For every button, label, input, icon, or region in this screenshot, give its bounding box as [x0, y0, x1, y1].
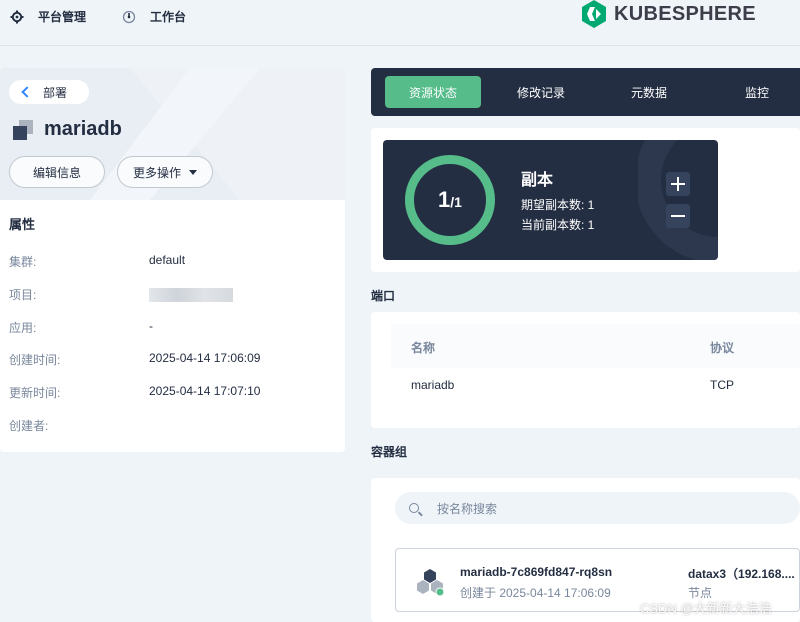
port-protocol: TCP [710, 378, 734, 392]
attr-key: 创建者: [9, 419, 49, 433]
replica-card: 1/1 副本 期望副本数: 1 当前副本数: 1 [383, 140, 718, 260]
attr-value-redacted [149, 288, 233, 305]
pod-node: datax3（192.168.... [688, 567, 795, 581]
pods-section-title: 容器组 [371, 445, 408, 459]
tab-label: 监控 [744, 85, 769, 100]
resource-title: mariadb [12, 118, 122, 141]
replica-ring: 1/1 [405, 155, 495, 245]
attr-key: 创建时间: [9, 353, 61, 367]
nav-workbench-label: 工作台 [150, 10, 187, 24]
decrease-replicas-button[interactable] [666, 204, 690, 228]
back-label: 部署 [43, 85, 68, 100]
search-icon [409, 503, 419, 513]
attr-value: 2025-04-14 17:06:09 [149, 351, 261, 365]
tab-monitoring[interactable]: 监控 [709, 76, 800, 108]
increase-replicas-button[interactable] [666, 172, 690, 196]
kubesphere-logo[interactable]: KUBESPHERE [582, 0, 756, 28]
back-to-deployments-button[interactable]: 部署 [9, 80, 89, 104]
resource-header: 部署 mariadb 编辑信息 更多操作 [0, 68, 345, 200]
detail-tabs: 资源状态 修改记录 元数据 监控 [371, 68, 800, 116]
current-replicas: 当前副本数: 1 [521, 218, 595, 232]
nav-platform-management[interactable]: 平台管理 [10, 8, 86, 25]
column-header-protocol: 协议 [710, 341, 735, 355]
tab-resource-status[interactable]: 资源状态 [385, 76, 481, 108]
tab-label: 资源状态 [408, 85, 457, 100]
ports-table: 名称 协议 mariadb TCP [371, 312, 800, 428]
table-row: mariadb TCP [391, 368, 800, 404]
pod-created-time: 创建于 2025-04-14 17:06:09 [460, 586, 611, 600]
edit-info-label: 编辑信息 [32, 165, 81, 180]
attr-value: default [149, 253, 186, 267]
attributes-title: 属性 [9, 217, 36, 232]
attr-row-creator: 创建者: [9, 417, 339, 437]
tab-label: 元数据 [630, 85, 667, 100]
nav-platform-label: 平台管理 [38, 10, 87, 24]
logo-text: KUBESPHERE [614, 2, 756, 25]
attr-row-created: 创建时间: 2025-04-14 17:06:09 [9, 351, 339, 371]
resource-detail-panel: 部署 mariadb 编辑信息 更多操作 属性 集群: default 项目: … [0, 68, 345, 452]
port-name: mariadb [411, 378, 455, 392]
desired-replicas: 期望副本数: 1 [521, 198, 595, 212]
replica-card-decoration [638, 140, 718, 260]
resource-name: mariadb [44, 118, 122, 140]
attr-key: 更新时间: [9, 386, 61, 400]
dashboard-icon [122, 10, 136, 24]
replica-desired-fraction: /1 [450, 194, 462, 210]
attr-key: 应用: [9, 321, 37, 335]
nav-workbench[interactable]: 工作台 [122, 8, 186, 25]
replica-section: 1/1 副本 期望副本数: 1 当前副本数: 1 [371, 128, 800, 272]
replica-title: 副本 [521, 172, 554, 189]
gear-icon [10, 10, 24, 24]
ports-section-title: 端口 [371, 289, 396, 303]
csdn-watermark: CSDN @大新新大浩浩 [640, 601, 772, 616]
pod-icon [417, 569, 445, 597]
tab-metadata[interactable]: 元数据 [601, 76, 697, 108]
column-header-name: 名称 [411, 341, 436, 355]
attr-row-app: 应用: - [9, 319, 339, 339]
top-navigation-bar: 平台管理 工作台 KUBESPHERE [0, 0, 800, 46]
tab-label: 修改记录 [516, 85, 565, 100]
attr-key: 集群: [9, 255, 37, 269]
attr-row-project: 项目: [9, 286, 339, 306]
tab-revision-records[interactable]: 修改记录 [493, 76, 589, 108]
replica-current: 1 [438, 187, 451, 212]
attr-value: - [149, 319, 153, 333]
attr-key: 项目: [9, 288, 37, 302]
attr-value: 2025-04-14 17:07:10 [149, 384, 261, 398]
attr-row-updated: 更新时间: 2025-04-14 17:07:10 [9, 384, 339, 404]
caret-down-icon [189, 169, 197, 175]
replica-count: 1/1 [438, 187, 462, 213]
deployment-icon [13, 119, 33, 140]
minus-icon [671, 215, 685, 217]
attr-row-cluster: 集群: default [9, 253, 339, 273]
pod-search-input[interactable]: 按名称搜索 [395, 492, 800, 524]
plus-icon [671, 177, 685, 191]
more-actions-label: 更多操作 [132, 165, 181, 180]
more-actions-button[interactable]: 更多操作 [117, 156, 213, 188]
kubesphere-logo-icon [582, 0, 606, 28]
pod-name[interactable]: mariadb-7c869fd847-rq8sn [460, 565, 612, 579]
chevron-left-icon [21, 86, 33, 98]
search-placeholder: 按名称搜索 [437, 501, 498, 516]
ports-table-header: 名称 协议 [391, 324, 800, 368]
edit-info-button[interactable]: 编辑信息 [9, 156, 105, 188]
